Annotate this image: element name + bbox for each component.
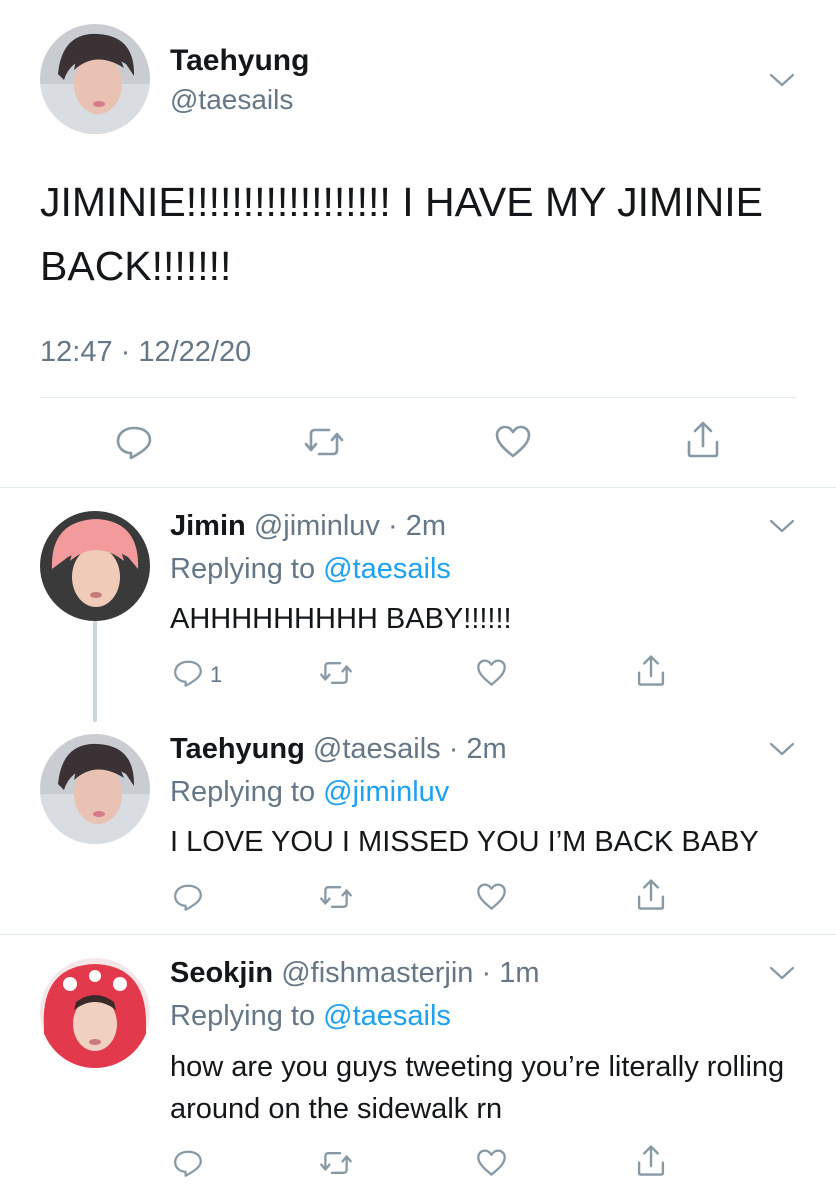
reply-icon[interactable] bbox=[172, 882, 204, 912]
reply-icon[interactable] bbox=[172, 1148, 204, 1178]
reply-header: Jimin @jiminluv · 2m bbox=[170, 510, 446, 543]
share-icon[interactable] bbox=[634, 654, 668, 688]
like-icon[interactable] bbox=[475, 882, 508, 912]
replying-to: Replying to @taesails bbox=[170, 553, 451, 586]
divider bbox=[0, 487, 836, 488]
reply-header: Seokjin @fishmasterjin · 1m bbox=[170, 957, 540, 990]
author-name[interactable]: Seokjin bbox=[170, 957, 273, 989]
avatar[interactable] bbox=[40, 511, 150, 621]
tweet-text: JIMINIE!!!!!!!!!!!!!!!!!! I HAVE MY JIMI… bbox=[40, 179, 763, 289]
reply-time[interactable]: · 2m bbox=[388, 510, 446, 542]
retweet-icon[interactable] bbox=[302, 424, 346, 460]
chevron-down-icon[interactable] bbox=[768, 963, 796, 983]
replying-to-label: Replying to bbox=[170, 1000, 316, 1032]
author-handle[interactable]: @fishmasterjin bbox=[281, 957, 473, 989]
author-name[interactable]: Jimin bbox=[170, 510, 246, 542]
share-icon[interactable] bbox=[634, 878, 668, 912]
avatar[interactable] bbox=[40, 24, 150, 134]
retweet-icon[interactable] bbox=[318, 658, 354, 688]
replying-to-label: Replying to bbox=[170, 553, 316, 585]
author-handle[interactable]: @jiminluv bbox=[254, 510, 380, 542]
reply-header: Taehyung @taesails · 2m bbox=[170, 733, 507, 766]
replying-to: Replying to @jiminluv bbox=[170, 776, 449, 809]
avatar[interactable] bbox=[40, 958, 150, 1068]
avatar-photo bbox=[40, 511, 150, 621]
share-icon[interactable] bbox=[683, 420, 723, 460]
avatar-photo bbox=[40, 24, 150, 134]
author-handle[interactable]: @taesails bbox=[170, 84, 293, 116]
chevron-down-icon[interactable] bbox=[768, 739, 796, 759]
replying-to: Replying to @taesails bbox=[170, 1000, 451, 1033]
reply-icon[interactable] bbox=[172, 658, 204, 688]
divider bbox=[40, 397, 796, 398]
thread-line bbox=[93, 618, 97, 722]
avatar-photo bbox=[40, 958, 150, 1068]
like-icon[interactable] bbox=[475, 658, 508, 688]
reply-time[interactable]: · 2m bbox=[449, 733, 507, 765]
reply-text: how are you guys tweeting you’re literal… bbox=[170, 1051, 785, 1125]
retweet-icon[interactable] bbox=[318, 1148, 354, 1178]
chevron-down-icon[interactable] bbox=[768, 70, 796, 90]
avatar[interactable] bbox=[40, 734, 150, 844]
replying-to-handle[interactable]: @taesails bbox=[323, 1000, 451, 1032]
like-icon[interactable] bbox=[493, 424, 533, 460]
reply-count: 1 bbox=[210, 662, 223, 687]
retweet-icon[interactable] bbox=[318, 882, 354, 912]
replying-to-handle[interactable]: @taesails bbox=[323, 553, 451, 585]
like-icon[interactable] bbox=[475, 1148, 508, 1178]
reply-text: AHHHHHHHHH BABY!!!!!! bbox=[170, 603, 512, 635]
reply-icon[interactable] bbox=[114, 424, 154, 460]
avatar-photo bbox=[40, 734, 150, 844]
replying-to-handle[interactable]: @jiminluv bbox=[323, 776, 449, 808]
reply-text: I LOVE YOU I MISSED YOU I’M BACK BABY bbox=[170, 826, 759, 858]
share-icon[interactable] bbox=[634, 1144, 668, 1178]
replying-to-label: Replying to bbox=[170, 776, 316, 808]
author-name[interactable]: Taehyung bbox=[170, 733, 305, 765]
reply-time[interactable]: · 1m bbox=[482, 957, 540, 989]
chevron-down-icon[interactable] bbox=[768, 516, 796, 536]
author-name[interactable]: Taehyung bbox=[170, 44, 309, 78]
divider bbox=[0, 934, 836, 935]
tweet-timestamp[interactable]: 12:47 · 12/22/20 bbox=[40, 336, 251, 369]
author-handle[interactable]: @taesails bbox=[313, 733, 441, 765]
